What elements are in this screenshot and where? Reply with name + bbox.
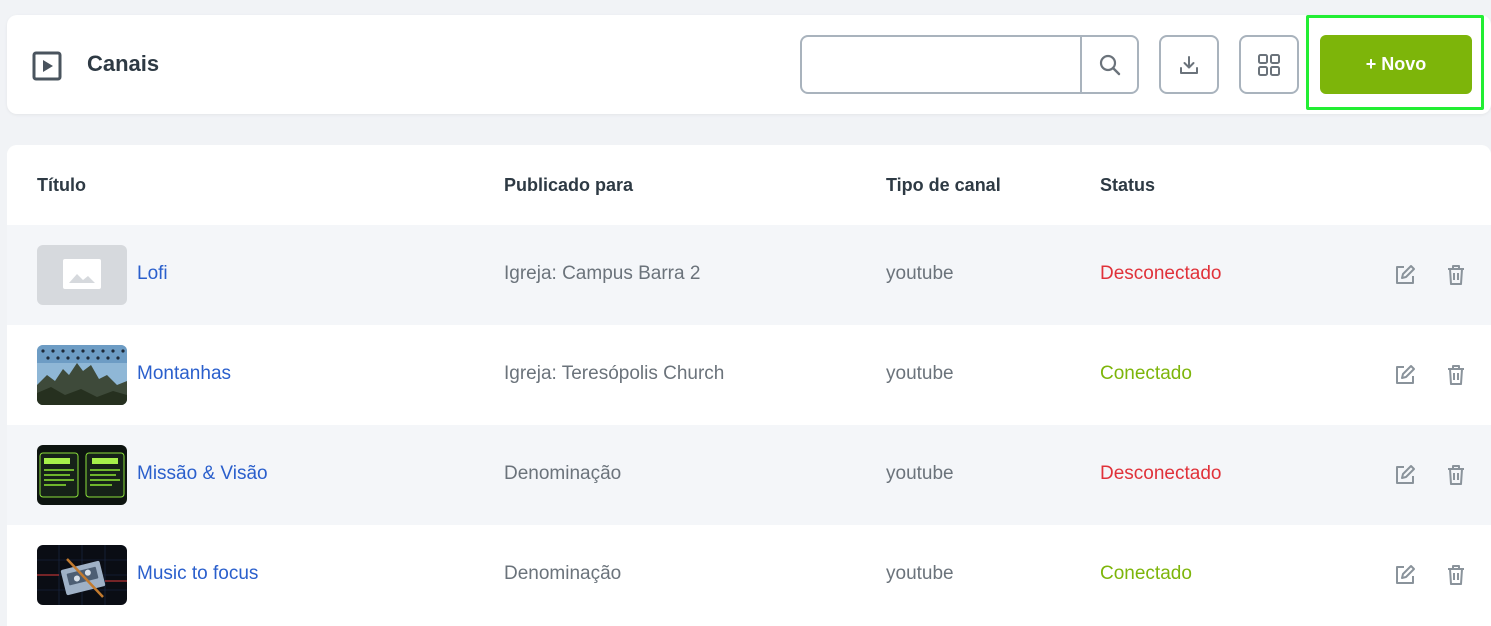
trash-icon[interactable] — [1444, 263, 1468, 287]
thumbnail-placeholder — [37, 245, 127, 305]
trash-icon[interactable] — [1444, 363, 1468, 387]
channel-title-link[interactable]: Missão & Visão — [137, 463, 268, 485]
edit-icon[interactable] — [1393, 563, 1417, 587]
status-badge: Desconectado — [1100, 263, 1222, 284]
edit-icon[interactable] — [1393, 263, 1417, 287]
edit-icon[interactable] — [1393, 463, 1417, 487]
channel-title-link[interactable]: Montanhas — [137, 363, 231, 385]
thumbnail-mountains — [37, 345, 127, 405]
search-button[interactable] — [1080, 37, 1137, 92]
download-button[interactable] — [1159, 35, 1219, 94]
published-to: Igreja: Campus Barra 2 — [504, 263, 701, 284]
column-header-status: Status — [1100, 175, 1156, 195]
thumbnail-music-focus — [37, 545, 127, 605]
published-to: Denominação — [504, 563, 622, 584]
channel-title-link[interactable]: Lofi — [137, 263, 168, 285]
grid-icon — [1258, 53, 1280, 76]
page-title: Canais — [87, 51, 160, 76]
published-to: Denominação — [504, 463, 622, 484]
page-header: Canais + Novo — [7, 15, 1491, 114]
edit-icon[interactable] — [1393, 363, 1417, 387]
channel-type: youtube — [886, 563, 954, 584]
new-button[interactable]: + Novo — [1320, 35, 1472, 94]
table-row: Montanhas Igreja: Teresópolis Church you… — [7, 325, 1491, 425]
table-row: Music to focus Denominação youtube Conec… — [7, 525, 1491, 625]
music-focus-thumbnail-image — [37, 545, 127, 605]
status-badge: Conectado — [1100, 563, 1192, 584]
status-badge: Desconectado — [1100, 463, 1222, 484]
column-header-channel-type: Tipo de canal — [886, 175, 1001, 195]
column-header-title: Título — [37, 175, 86, 195]
image-placeholder-icon — [63, 259, 101, 289]
table-header: Título Publicado para Tipo de canal Stat… — [7, 145, 1491, 225]
channel-title-link[interactable]: Music to focus — [137, 563, 258, 585]
table-row: Lofi Igreja: Campus Barra 2 youtube Desc… — [7, 225, 1491, 325]
channel-type: youtube — [886, 263, 954, 284]
play-square-icon — [32, 51, 62, 81]
mission-vision-thumbnail-image — [37, 445, 127, 505]
published-to: Igreja: Teresópolis Church — [504, 363, 725, 384]
column-header-published-to: Publicado para — [504, 175, 634, 195]
channels-table: Título Publicado para Tipo de canal Stat… — [7, 145, 1491, 626]
search-input[interactable] — [802, 37, 1082, 92]
channel-type: youtube — [886, 363, 954, 384]
mountains-thumbnail-image — [37, 345, 127, 405]
trash-icon[interactable] — [1444, 463, 1468, 487]
search-icon — [1099, 54, 1120, 75]
search-box — [800, 35, 1139, 94]
channel-type: youtube — [886, 463, 954, 484]
grid-view-button[interactable] — [1239, 35, 1299, 94]
status-badge: Conectado — [1100, 363, 1192, 384]
thumbnail-mission-vision — [37, 445, 127, 505]
trash-icon[interactable] — [1444, 563, 1468, 587]
table-row: Missão & Visão Denominação youtube Desco… — [7, 425, 1491, 525]
download-icon — [1180, 55, 1198, 74]
